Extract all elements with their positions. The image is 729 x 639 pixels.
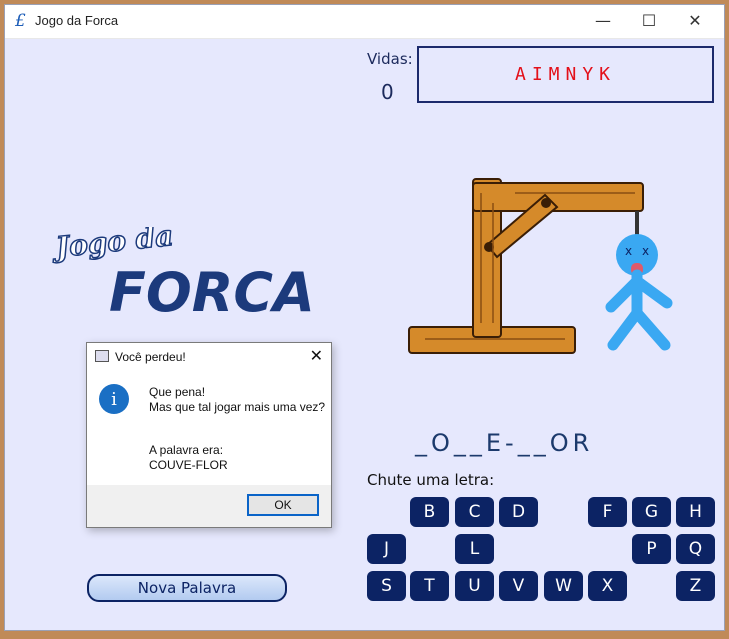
svg-text:x: x	[625, 244, 632, 258]
svg-text:x: x	[642, 244, 649, 258]
hangman-drawing: x x	[408, 178, 673, 354]
key-z[interactable]: Z	[676, 571, 715, 601]
dialog-title-bar: Você perdeu! ✕	[87, 343, 331, 371]
ok-button[interactable]: OK	[247, 494, 319, 516]
key-x[interactable]: X	[588, 571, 627, 601]
logo-line2: FORCA	[109, 261, 315, 324]
dialog-line1: Que pena!	[149, 385, 206, 399]
key-q[interactable]: Q	[676, 534, 715, 564]
key-c[interactable]: C	[455, 497, 494, 527]
dialog-window-icon	[95, 350, 109, 362]
key-b[interactable]: B	[410, 497, 449, 527]
window-title: Jogo da Forca	[35, 13, 119, 28]
guess-label: Chute uma letra:	[367, 471, 495, 489]
figure-left-leg	[607, 307, 643, 351]
dialog-line3: A palavra era:	[149, 443, 224, 457]
key-h[interactable]: H	[676, 497, 715, 527]
key-w[interactable]: W	[544, 571, 583, 601]
key-d[interactable]: D	[499, 497, 538, 527]
game-logo: Jogo da FORCA	[49, 227, 315, 324]
figure-right-leg	[631, 307, 671, 351]
lives-label: Vidas:	[367, 50, 413, 68]
dialog-title: Você perdeu!	[115, 350, 186, 364]
dialog-close-icon[interactable]: ✕	[310, 346, 323, 366]
key-v[interactable]: V	[499, 571, 538, 601]
key-l[interactable]: L	[455, 534, 494, 564]
lost-dialog: Você perdeu! ✕ i Que pena! Mas que tal j…	[86, 342, 332, 528]
key-f[interactable]: F	[588, 497, 627, 527]
key-g[interactable]: G	[632, 497, 671, 527]
minimize-button[interactable]: —	[580, 5, 626, 38]
game-window: £ Jogo da Forca — ☐ ✕ Vidas: 0 AIMNYK Jo…	[4, 4, 725, 631]
dialog-line2: Mas que tal jogar mais uma vez?	[149, 400, 326, 414]
key-j[interactable]: J	[367, 534, 406, 564]
key-u[interactable]: U	[455, 571, 494, 601]
new-word-button[interactable]: Nova Palavra	[87, 574, 287, 602]
logo-line1: Jogo da	[49, 227, 174, 264]
maximize-button[interactable]: ☐	[626, 5, 672, 38]
title-bar: £ Jogo da Forca — ☐ ✕	[5, 5, 724, 39]
info-icon: i	[99, 384, 129, 414]
wrong-letters-box: AIMNYK	[417, 46, 714, 103]
word-display: _O__E-__OR	[415, 429, 594, 457]
key-p[interactable]: P	[632, 534, 671, 564]
dialog-footer: OK	[87, 485, 331, 527]
close-button[interactable]: ✕	[672, 5, 718, 38]
dialog-line4: COUVE-FLOR	[149, 458, 228, 472]
key-t[interactable]: T	[410, 571, 449, 601]
app-icon: £	[15, 11, 26, 31]
key-s[interactable]: S	[367, 571, 406, 601]
lives-value: 0	[381, 80, 394, 104]
